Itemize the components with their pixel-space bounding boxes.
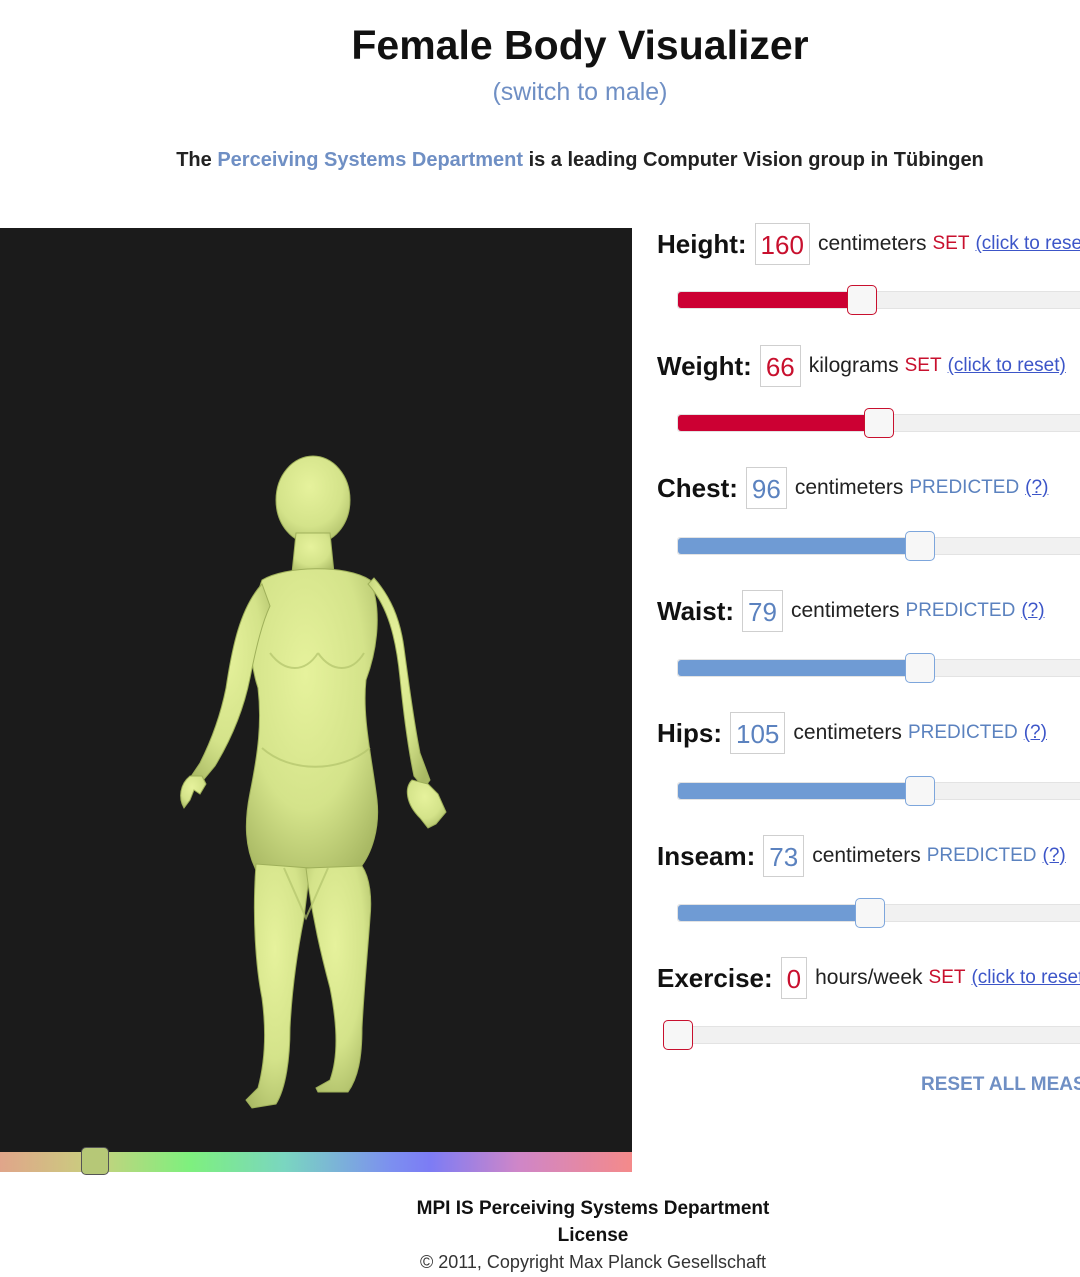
hips-slider-thumb[interactable]	[905, 776, 936, 806]
weight-row: Weight: 66 kilograms SET (click to reset…	[657, 345, 1066, 387]
inseam-slider-thumb[interactable]	[855, 898, 886, 928]
height-slider[interactable]	[677, 285, 1080, 315]
hips-help-link[interactable]: (?)	[1024, 722, 1047, 744]
chest-slider-thumb[interactable]	[905, 531, 936, 561]
weight-status: SET	[904, 355, 942, 376]
inseam-unit: centimeters	[812, 844, 921, 867]
waist-input[interactable]: 79	[742, 590, 783, 632]
inseam-row: Inseam: 73 centimeters PREDICTED (?)	[657, 835, 1066, 877]
female-body-model	[180, 455, 447, 1109]
hips-status: PREDICTED	[907, 722, 1018, 743]
waist-slider-thumb[interactable]	[905, 653, 936, 683]
exercise-slider[interactable]	[663, 1020, 1080, 1050]
weight-reset-link[interactable]: (click to reset)	[948, 355, 1066, 377]
height-input[interactable]: 160	[754, 223, 810, 265]
body-viewer-canvas[interactable]	[0, 228, 632, 1152]
inseam-slider-fill	[678, 905, 871, 921]
weight-input[interactable]: 66	[759, 345, 801, 387]
footer-department: MPI IS Perceiving Systems Department	[416, 1198, 770, 1219]
inseam-label: Inseam:	[657, 840, 756, 871]
weight-slider-thumb[interactable]	[863, 408, 894, 438]
height-status: SET	[932, 233, 970, 254]
chest-slider-fill	[678, 538, 921, 554]
inseam-input[interactable]: 73	[763, 835, 805, 877]
hips-row: Hips: 105 centimeters PREDICTED (?)	[657, 712, 1047, 754]
inseam-slider[interactable]	[677, 898, 1080, 928]
height-slider-thumb[interactable]	[846, 285, 877, 315]
exercise-row: Exercise: 0 hours/week SET (click to res…	[657, 957, 1080, 999]
waist-label: Waist:	[657, 595, 735, 626]
body-color-slider-thumb[interactable]	[80, 1147, 109, 1175]
height-reset-link[interactable]: (click to reset)	[975, 233, 1080, 255]
exercise-status: SET	[928, 967, 966, 988]
chest-unit: centimeters	[794, 476, 904, 499]
waist-row: Waist: 79 centimeters PREDICTED (?)	[657, 590, 1045, 632]
height-row: Height: 160 centimeters SET (click to re…	[657, 223, 1080, 265]
height-unit: centimeters	[817, 232, 927, 255]
waist-slider[interactable]	[677, 653, 1080, 683]
weight-slider-fill	[678, 415, 879, 431]
height-label: Height:	[657, 228, 747, 259]
perceiving-systems-link[interactable]: Perceiving Systems Department	[217, 149, 523, 171]
waist-slider-fill	[678, 660, 921, 676]
chest-slider[interactable]	[677, 531, 1080, 561]
exercise-unit: hours/week	[815, 966, 923, 989]
inseam-status: PREDICTED	[926, 845, 1037, 866]
height-slider-fill	[678, 292, 862, 308]
exercise-input[interactable]: 0	[780, 957, 808, 999]
hips-slider-fill	[678, 783, 921, 799]
hips-input[interactable]: 105	[730, 712, 786, 754]
footer-copyright: © 2011, Copyright Max Planck Gesellschaf…	[419, 1252, 767, 1272]
reset-all-measurements-button[interactable]: RESET ALL MEASUREMENTS	[921, 1074, 1080, 1096]
hips-unit: centimeters	[793, 721, 902, 744]
weight-unit: kilograms	[808, 354, 899, 377]
inseam-help-link[interactable]: (?)	[1043, 845, 1066, 867]
chest-help-link[interactable]: (?)	[1025, 477, 1048, 499]
waist-help-link[interactable]: (?)	[1021, 600, 1044, 622]
weight-label: Weight:	[657, 350, 752, 381]
exercise-reset-link[interactable]: (click to reset)	[971, 967, 1080, 989]
measurement-panel: Height: 160 centimeters SET (click to re…	[657, 0, 1080, 1120]
chest-input[interactable]: 96	[745, 467, 787, 509]
exercise-slider-thumb[interactable]	[663, 1020, 693, 1050]
waist-unit: centimeters	[790, 599, 900, 622]
chest-status: PREDICTED	[909, 477, 1020, 498]
waist-status: PREDICTED	[905, 600, 1016, 621]
hips-label: Hips:	[657, 717, 722, 748]
tagline-prefix: The	[176, 149, 218, 171]
hips-slider[interactable]	[677, 776, 1080, 806]
chest-label: Chest:	[657, 472, 738, 503]
chest-row: Chest: 96 centimeters PREDICTED (?)	[657, 467, 1048, 509]
weight-slider[interactable]	[677, 408, 1080, 438]
footer-license-link[interactable]: License	[0, 1225, 1080, 1247]
exercise-label: Exercise:	[657, 962, 773, 993]
